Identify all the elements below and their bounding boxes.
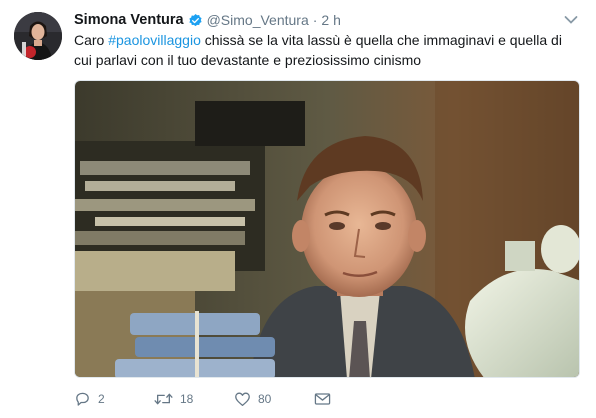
reply-count: 2 [98, 392, 105, 406]
photo-of-man-behind-stacks-of-files [75, 81, 579, 377]
timestamp[interactable]: 2 h [321, 12, 340, 28]
retweet-button[interactable]: 18 [154, 391, 234, 407]
like-button[interactable]: 80 [234, 391, 314, 407]
tweet-text: Caro #paolovillaggio chissà se la vita l… [74, 30, 579, 70]
tweet-header: Simona Ventura @Simo_Ventura · 2 h [74, 10, 576, 30]
heart-icon [235, 392, 250, 407]
tweet[interactable]: Simona Ventura @Simo_Ventura · 2 h Caro … [0, 0, 596, 418]
reply-icon [76, 392, 89, 406]
retweet-icon [154, 393, 173, 405]
envelope-icon [314, 393, 331, 405]
tweet-text-before: Caro [74, 32, 109, 48]
author-name[interactable]: Simona Ventura [74, 12, 184, 28]
avatar[interactable] [14, 12, 62, 60]
tweet-actions: 2 18 80 [74, 388, 354, 410]
separator-dot: · [312, 12, 318, 28]
more-options-chevron-down-icon[interactable] [564, 12, 578, 30]
like-count: 80 [258, 392, 272, 406]
reply-button[interactable]: 2 [74, 391, 154, 407]
retweet-count: 18 [180, 392, 194, 406]
avatar-photo [14, 12, 62, 60]
tweet-media-photo[interactable] [74, 80, 580, 378]
verified-badge-icon [188, 13, 203, 28]
hashtag-link[interactable]: #paolovillaggio [108, 32, 201, 48]
author-handle[interactable]: @Simo_Ventura [207, 12, 309, 28]
direct-message-button[interactable] [314, 392, 354, 406]
